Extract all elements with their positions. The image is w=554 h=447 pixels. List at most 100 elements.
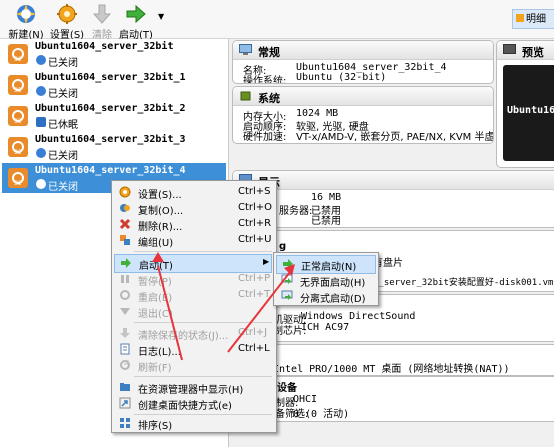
- menu-item-label: 编组(U): [138, 238, 174, 249]
- svg-text:32: 32: [14, 118, 22, 125]
- shortcut-icon: [119, 397, 131, 409]
- chip-icon: [240, 91, 251, 101]
- audio-controller-value: ICH AC97: [301, 322, 350, 333]
- new-button[interactable]: 新建(N): [4, 1, 48, 41]
- submenu-arrow-icon: ▶: [263, 257, 270, 266]
- start-button[interactable]: 启动(T): [114, 1, 158, 41]
- acceleration-value: VT-x/AMD-V, 嵌套分页, PAE/NX, KVM 半虚拟化: [296, 132, 494, 143]
- menu-item-reset[interactable]: 重启(E) Ctrl+T: [114, 287, 272, 304]
- system-title: 系统: [258, 92, 280, 105]
- menu-item-label: 删除(R)...: [138, 222, 183, 233]
- saved-state-icon: [36, 117, 46, 127]
- down-arrow-icon: [92, 4, 112, 24]
- menu-item-label: 启动(T): [139, 261, 173, 272]
- usb-filter-value: 0 (0 活动): [293, 409, 350, 420]
- start-submenu: 正常启动(N) 无界面启动(H) 分离式启动(D): [273, 252, 379, 306]
- vm-state: 已关闭: [48, 58, 78, 69]
- folder-icon: [120, 383, 130, 391]
- menu-item-discard-state[interactable]: 清除保存的状态(J)... Ctrl+J: [114, 325, 272, 342]
- vm-list-item[interactable]: 32 Ubuntu1604_server_32bit_2 已休眠: [2, 101, 226, 131]
- power-off-icon: [36, 179, 46, 189]
- menu-separator: [134, 251, 272, 252]
- vm-name: Ubuntu1604_server_32bit_3: [35, 134, 186, 145]
- general-pane: 常规 名称: Ubuntu1604_server_32bit_4 操作系统: U…: [232, 40, 494, 84]
- vm-state: 已关闭: [48, 182, 78, 193]
- menu-item-settings[interactable]: 设置(S)... Ctrl+S: [114, 184, 272, 201]
- menu-item-shortcut: Ctrl+J: [238, 327, 268, 338]
- svg-text:32: 32: [14, 56, 22, 63]
- usb-title-fragment: 设备: [277, 383, 297, 394]
- vm-context-menu: 设置(S)... Ctrl+S 复制(O)... Ctrl+O 删除(R)...…: [111, 180, 277, 433]
- menu-item-label: 清除保存的状态(J)...: [138, 331, 229, 342]
- vm-name: Ubuntu1604_server_32bit: [35, 41, 174, 52]
- network-pane: Intel PRO/1000 MT 桌面 (网络地址转换(NAT)): [232, 344, 554, 376]
- preview-screen: Ubuntu16: [503, 65, 554, 161]
- menu-item-shortcut: Ctrl+L: [238, 343, 270, 354]
- preview-header[interactable]: 预览: [497, 41, 554, 60]
- menu-item-label: 创建桌面快捷方式(e): [138, 401, 232, 412]
- menu-item-group[interactable]: 编组(U) Ctrl+U: [114, 232, 272, 249]
- vm-state: 已关闭: [48, 151, 78, 162]
- ubuntu-vm-icon: 32: [8, 75, 28, 95]
- submenu-item-label: 分离式启动(D): [300, 294, 366, 305]
- gear-icon: [119, 186, 131, 198]
- refresh-icon: [120, 360, 130, 370]
- menu-item-create-shortcut[interactable]: 创建桌面快捷方式(e): [114, 395, 272, 412]
- toolbar: 新建(N) 设置(S) 清除 启动(T) ▼ 明细: [0, 0, 554, 41]
- menu-item-refresh[interactable]: 刷新(F): [114, 357, 272, 374]
- display-header[interactable]: 显示: [233, 171, 554, 190]
- usb-pane: 设备 控制器: OHCI 设备筛选: 0 (0 活动): [232, 376, 554, 422]
- menu-item-delete[interactable]: 删除(R)... Ctrl+R: [114, 216, 272, 233]
- vm-state: 已关闭: [48, 89, 78, 100]
- vm-list-item[interactable]: 32 Ubuntu1604_server_32bit_3 已关闭: [2, 132, 226, 162]
- close-vm-icon: [120, 308, 130, 315]
- recording-value: 已禁用: [311, 216, 341, 227]
- headless-start-icon: [281, 274, 293, 284]
- details-label: 明细: [526, 14, 546, 25]
- menu-item-label: 退出(C): [138, 309, 173, 320]
- gear-icon: [57, 4, 77, 24]
- submenu-item-headless-start[interactable]: 无界面启动(H): [276, 272, 376, 289]
- details-icon: [516, 14, 524, 22]
- menu-separator: [134, 376, 272, 377]
- details-toggle-button[interactable]: 明细: [512, 9, 554, 29]
- monitor-icon: [239, 44, 252, 55]
- menu-item-close[interactable]: 退出(C): [114, 303, 272, 320]
- submenu-item-detachable-start[interactable]: 分离式启动(D): [276, 288, 376, 305]
- start-icon: [121, 258, 131, 268]
- reset-icon: [120, 290, 130, 300]
- menu-item-clone[interactable]: 复制(O)... Ctrl+O: [114, 200, 272, 217]
- menu-item-label: 设置(S)...: [138, 190, 182, 201]
- remote-server-label: 服务器:: [279, 206, 313, 217]
- preview-pane: 预览 Ubuntu16: [496, 40, 554, 168]
- menu-item-label: 暂停(P): [138, 277, 172, 288]
- menu-item-shortcut: Ctrl+R: [238, 218, 272, 229]
- menu-item-logs[interactable]: 日志(L)... Ctrl+L: [114, 341, 272, 358]
- menu-item-shortcut: Ctrl+U: [238, 234, 272, 245]
- system-header[interactable]: 系统: [233, 87, 493, 106]
- general-title: 常规: [258, 46, 280, 59]
- svg-text:32: 32: [14, 87, 22, 94]
- vm-name: Ubuntu1604_server_32bit_2: [35, 103, 186, 114]
- clone-icon: [120, 204, 130, 212]
- general-header[interactable]: 常规: [233, 41, 493, 60]
- ubuntu-vm-icon: 32: [8, 137, 28, 157]
- log-icon: [120, 343, 130, 355]
- host-driver-value: Windows DirectSound: [301, 311, 416, 322]
- pause-icon: [121, 275, 129, 283]
- vm-list-item[interactable]: 32 Ubuntu1604_server_32bit 已关闭: [2, 39, 226, 69]
- os-value: Ubuntu (32-bit): [296, 72, 387, 83]
- os-label: 操作系统:: [243, 76, 287, 84]
- menu-item-show-in-explorer[interactable]: 在资源管理器中显示(H): [114, 379, 272, 396]
- ubuntu-vm-icon: 32: [8, 168, 28, 188]
- menu-item-pause[interactable]: 暂停(P) Ctrl+P: [114, 271, 272, 288]
- preview-icon: [503, 44, 516, 54]
- vm-name: Ubuntu1604_server_32bit_4: [35, 165, 186, 176]
- menu-item-shortcut: Ctrl+O: [238, 202, 273, 213]
- storage-title-fragment: g: [279, 241, 287, 252]
- menu-item-label: 刷新(F): [138, 363, 172, 374]
- network-adapter-value: Intel PRO/1000 MT 桌面 (网络地址转换(NAT)): [273, 364, 510, 375]
- menu-item-sort[interactable]: 排序(S): [114, 415, 272, 432]
- start-dropdown-arrow-icon[interactable]: ▼: [158, 12, 164, 21]
- vm-list-item[interactable]: 32 Ubuntu1604_server_32bit_1 已关闭: [2, 70, 226, 100]
